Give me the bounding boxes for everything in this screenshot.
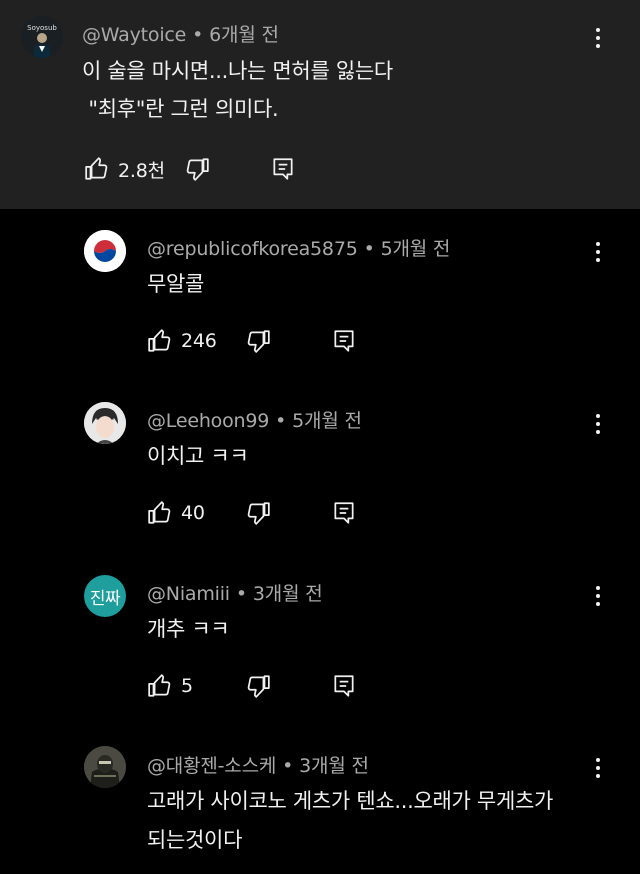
avatar-image: Soyosub bbox=[21, 16, 63, 58]
reply-button[interactable] bbox=[331, 670, 357, 702]
like-button[interactable]: 40 bbox=[147, 497, 205, 529]
reply-icon bbox=[334, 502, 354, 524]
more-options-icon[interactable] bbox=[588, 238, 608, 266]
like-button[interactable]: 2.8천 bbox=[84, 153, 165, 185]
reply-icon bbox=[334, 675, 354, 697]
comment-author[interactable]: @Niamiii bbox=[147, 583, 230, 605]
like-count: 246 bbox=[181, 330, 217, 352]
thumbs-up-icon bbox=[148, 501, 171, 524]
comment-meta: @Leehoon99 • 5개월 전 bbox=[147, 406, 362, 433]
thumbs-up-icon bbox=[85, 157, 108, 180]
avatar-initials: 진짜 bbox=[89, 588, 121, 609]
comment-text-line: "최후"란 그런 의미다. bbox=[82, 97, 279, 121]
comment-text-line: 개추 ㅋㅋ bbox=[147, 617, 230, 641]
comment-time[interactable]: 5개월 전 bbox=[292, 410, 362, 432]
comment-text-line: 이치고 ㅋㅋ bbox=[147, 444, 249, 468]
comment-meta: @republicofkorea5875 • 5개월 전 bbox=[147, 234, 450, 261]
like-count: 2.8천 bbox=[118, 159, 165, 182]
more-options-icon[interactable] bbox=[588, 410, 608, 438]
comment-text-line: 되는것이다 bbox=[147, 828, 243, 852]
meta-separator: • bbox=[282, 755, 294, 777]
comment-author[interactable]: @Leehoon99 bbox=[147, 410, 269, 432]
comment-text-line: 이 술을 마시면...나는 면허를 잃는다 bbox=[82, 59, 393, 83]
meta-separator: • bbox=[235, 583, 247, 605]
avatar-image bbox=[84, 746, 126, 788]
dislike-button[interactable] bbox=[184, 153, 210, 185]
meta-separator: • bbox=[363, 238, 375, 260]
comment-text-line: 고래가 사이코노 게츠가 텐쇼...오래가 무게츠가 bbox=[147, 789, 554, 813]
avatar[interactable]: 진짜 bbox=[84, 575, 126, 617]
avatar[interactable]: Soyosub bbox=[21, 16, 63, 58]
dislike-button[interactable] bbox=[245, 497, 271, 529]
more-options-icon[interactable] bbox=[588, 24, 608, 52]
comment-author[interactable]: @republicofkorea5875 bbox=[147, 238, 358, 260]
thumbs-up-icon bbox=[148, 329, 171, 352]
comment-author[interactable]: @Waytoice bbox=[82, 24, 186, 46]
thumbs-up-icon bbox=[148, 674, 171, 697]
comment-actions: 246 bbox=[147, 325, 367, 357]
reply-button[interactable] bbox=[331, 497, 357, 529]
avatar-text: Soyosub bbox=[27, 24, 57, 32]
thumbs-down-icon bbox=[247, 330, 270, 353]
comment-meta: @대황젠-소스케 • 3개월 전 bbox=[147, 751, 369, 778]
avatar[interactable] bbox=[84, 402, 126, 444]
comment-actions: 2.8천 bbox=[84, 153, 304, 185]
avatar-image bbox=[84, 402, 126, 444]
comment-time[interactable]: 6개월 전 bbox=[209, 24, 279, 46]
avatar-image bbox=[84, 230, 126, 272]
reply-button[interactable] bbox=[270, 153, 296, 185]
comment-time[interactable]: 5개월 전 bbox=[381, 238, 451, 260]
comment-actions: 5 bbox=[147, 670, 367, 702]
thumbs-down-icon bbox=[247, 502, 270, 525]
like-button[interactable]: 246 bbox=[147, 325, 217, 357]
comment-time[interactable]: 3개월 전 bbox=[299, 755, 369, 777]
dislike-button[interactable] bbox=[245, 325, 271, 357]
more-options-icon[interactable] bbox=[588, 754, 608, 782]
thumbs-down-icon bbox=[186, 158, 209, 181]
meta-separator: • bbox=[192, 24, 204, 46]
comment-text-line: 무알콜 bbox=[147, 272, 205, 296]
more-options-icon[interactable] bbox=[588, 582, 608, 610]
comment-meta: @Waytoice • 6개월 전 bbox=[82, 20, 279, 47]
comment-author[interactable]: @대황젠-소스케 bbox=[147, 755, 276, 777]
reply-icon bbox=[334, 330, 354, 352]
thumbs-down-icon bbox=[247, 675, 270, 698]
reply-icon bbox=[273, 158, 293, 180]
comment-time[interactable]: 3개월 전 bbox=[253, 583, 323, 605]
like-count: 5 bbox=[181, 675, 193, 697]
comment-actions: 40 bbox=[147, 497, 367, 529]
like-button[interactable]: 5 bbox=[147, 670, 193, 702]
like-count: 40 bbox=[181, 502, 205, 524]
avatar[interactable] bbox=[84, 746, 126, 788]
avatar[interactable] bbox=[84, 230, 126, 272]
meta-separator: • bbox=[275, 410, 287, 432]
dislike-button[interactable] bbox=[245, 670, 271, 702]
comment-meta: @Niamiii • 3개월 전 bbox=[147, 579, 323, 606]
reply-button[interactable] bbox=[331, 325, 357, 357]
